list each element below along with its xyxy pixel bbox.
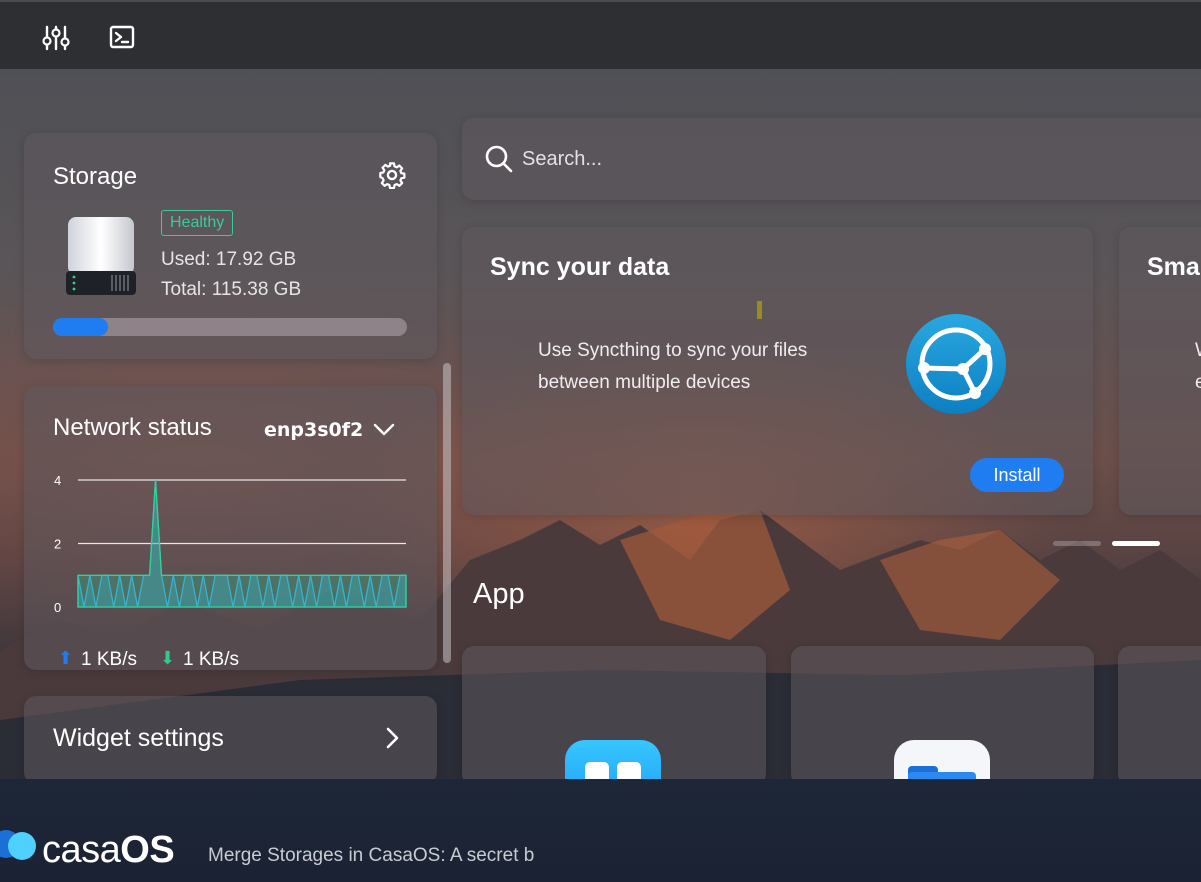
chart-y-tick-label: 0 bbox=[54, 600, 61, 615]
widget-settings-label: Widget settings bbox=[53, 724, 224, 752]
search-bar bbox=[462, 118, 1201, 200]
hard-drive-icon bbox=[66, 217, 136, 295]
news-footer: casaOS Merge Storages in CasaOS: A secre… bbox=[0, 779, 1201, 882]
gear-icon[interactable] bbox=[378, 161, 406, 189]
carousel-dot-1[interactable] bbox=[1053, 541, 1101, 546]
casaos-logo-icon bbox=[0, 830, 36, 860]
storage-usage-bar bbox=[53, 318, 407, 336]
sync-card-description: Use Syncthing to sync your files between… bbox=[538, 340, 808, 393]
search-input[interactable] bbox=[522, 142, 1122, 176]
network-status-card: Network status enp3s0f2 4 2 0 ⬆ 1 KB/s ⬇ 1… bbox=[24, 386, 437, 670]
download-speed: 1 KB/s bbox=[183, 649, 239, 670]
app-tile[interactable] bbox=[791, 646, 1094, 836]
next-recommendation-card[interactable]: Sma W e bbox=[1119, 227, 1201, 515]
syncthing-logo-icon bbox=[906, 314, 1006, 414]
widget-settings-button[interactable]: Widget settings bbox=[24, 696, 437, 784]
settings-sliders-icon[interactable] bbox=[42, 24, 70, 52]
upload-speed: 1 KB/s bbox=[81, 649, 137, 670]
install-button[interactable]: Install bbox=[970, 458, 1064, 492]
top-toolbar bbox=[0, 0, 1201, 69]
status-badge: Healthy bbox=[161, 210, 234, 236]
app-tile[interactable] bbox=[462, 646, 766, 836]
chart-y-tick-label: 4 bbox=[54, 473, 61, 488]
chevron-down-icon[interactable] bbox=[372, 418, 396, 442]
carousel-dot-2-active[interactable] bbox=[1112, 541, 1160, 546]
chevron-right-icon bbox=[386, 727, 399, 749]
interface-select-value[interactable]: enp3s0f2 bbox=[264, 419, 363, 441]
network-chart: 4 2 0 bbox=[54, 473, 407, 615]
upload-arrow-icon: ⬆ bbox=[58, 648, 74, 668]
next-card-title: Sma bbox=[1147, 253, 1200, 281]
terminal-icon[interactable] bbox=[109, 24, 137, 52]
next-card-description: W e bbox=[1195, 340, 1201, 393]
sync-recommendation-card: Sync your data Use Syncthing to sync you… bbox=[462, 227, 1093, 515]
storage-total: Total: 115.38 GB bbox=[161, 279, 302, 300]
storage-used: Used: 17.92 GB bbox=[161, 249, 297, 270]
sync-card-title: Sync your data bbox=[490, 253, 670, 281]
app-section-heading: App bbox=[473, 578, 525, 610]
sidebar-scrollbar[interactable] bbox=[443, 363, 451, 663]
chart-y-tick-label: 2 bbox=[54, 537, 61, 552]
storage-title: Storage bbox=[53, 163, 138, 190]
network-title: Network status bbox=[53, 414, 212, 441]
download-arrow-icon: ⬇ bbox=[160, 648, 176, 668]
app-tile[interactable] bbox=[1118, 646, 1201, 786]
storage-card: Storage Healthy Used: 17.92 GB Total: 11… bbox=[24, 133, 437, 359]
search-icon bbox=[485, 145, 513, 173]
news-ticker[interactable]: Merge Storages in CasaOS: A secret b bbox=[208, 845, 534, 867]
casaos-logo-text: casaOS bbox=[42, 829, 175, 871]
storage-usage-fill bbox=[53, 318, 108, 336]
text-cursor bbox=[757, 301, 762, 319]
